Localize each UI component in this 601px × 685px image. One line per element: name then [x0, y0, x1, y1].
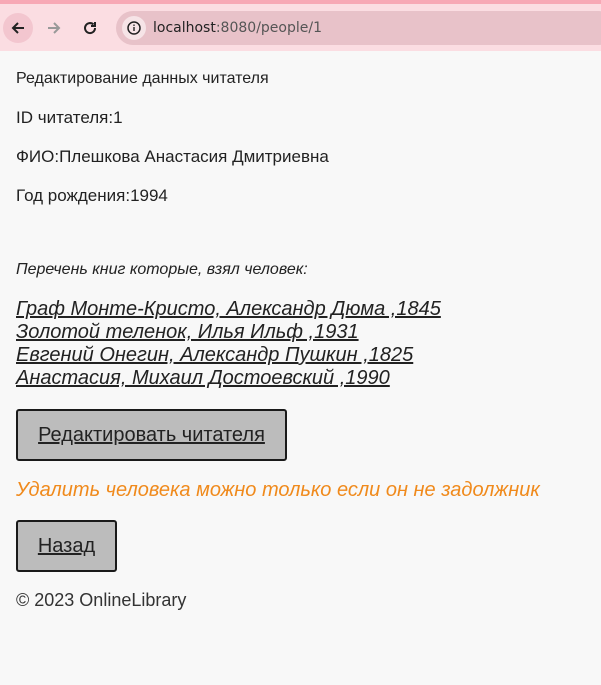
url-text[interactable]: localhost:8080/people/1	[153, 20, 322, 36]
site-info-icon[interactable]	[122, 16, 146, 40]
book-link[interactable]: Золотой теленок, Илья Ильф ,1931	[16, 321, 441, 344]
url-host: localhost	[153, 20, 216, 36]
list-item: Анастасия, Михаил Достоевский ,1990	[16, 367, 441, 390]
book-link[interactable]: Анастасия, Михаил Достоевский ,1990	[16, 367, 441, 390]
url-path: :8080/people/1	[215, 20, 322, 36]
page-title: Редактирование данных читателя	[16, 70, 269, 87]
reader-fio: ФИО:Плешкова Анастасия Дмитриевна	[16, 147, 329, 166]
back-arrow-icon[interactable]	[3, 13, 33, 43]
forward-arrow-icon[interactable]	[39, 13, 69, 43]
edit-reader-button[interactable]: Редактировать читателя	[16, 409, 287, 461]
list-item: Евгений Онегин, Александр Пушкин ,1825	[16, 344, 441, 367]
reload-icon[interactable]	[75, 13, 105, 43]
footer-copyright: © 2023 OnlineLibrary	[16, 590, 187, 610]
list-item: Граф Монте-Кристо, Александр Дюма ,1845	[16, 298, 441, 321]
list-item: Золотой теленок, Илья Ильф ,1931	[16, 321, 441, 344]
browser-toolbar: localhost:8080/people/1	[0, 0, 601, 51]
book-link[interactable]: Евгений Онегин, Александр Пушкин ,1825	[16, 344, 441, 367]
books-list: Граф Монте-Кристо, Александр Дюма ,1845 …	[16, 298, 441, 390]
reader-birth-year: Год рождения:1994	[16, 186, 168, 205]
book-link[interactable]: Граф Монте-Кристо, Александр Дюма ,1845	[16, 298, 441, 321]
delete-warning: Удалить человека можно только если он не…	[16, 479, 540, 501]
address-bar[interactable]: localhost:8080/people/1	[116, 11, 601, 45]
reader-id: ID читателя:1	[16, 108, 123, 127]
books-heading: Перечень книг которые, взял человек:	[16, 261, 308, 278]
back-button[interactable]: Назад	[16, 520, 117, 572]
